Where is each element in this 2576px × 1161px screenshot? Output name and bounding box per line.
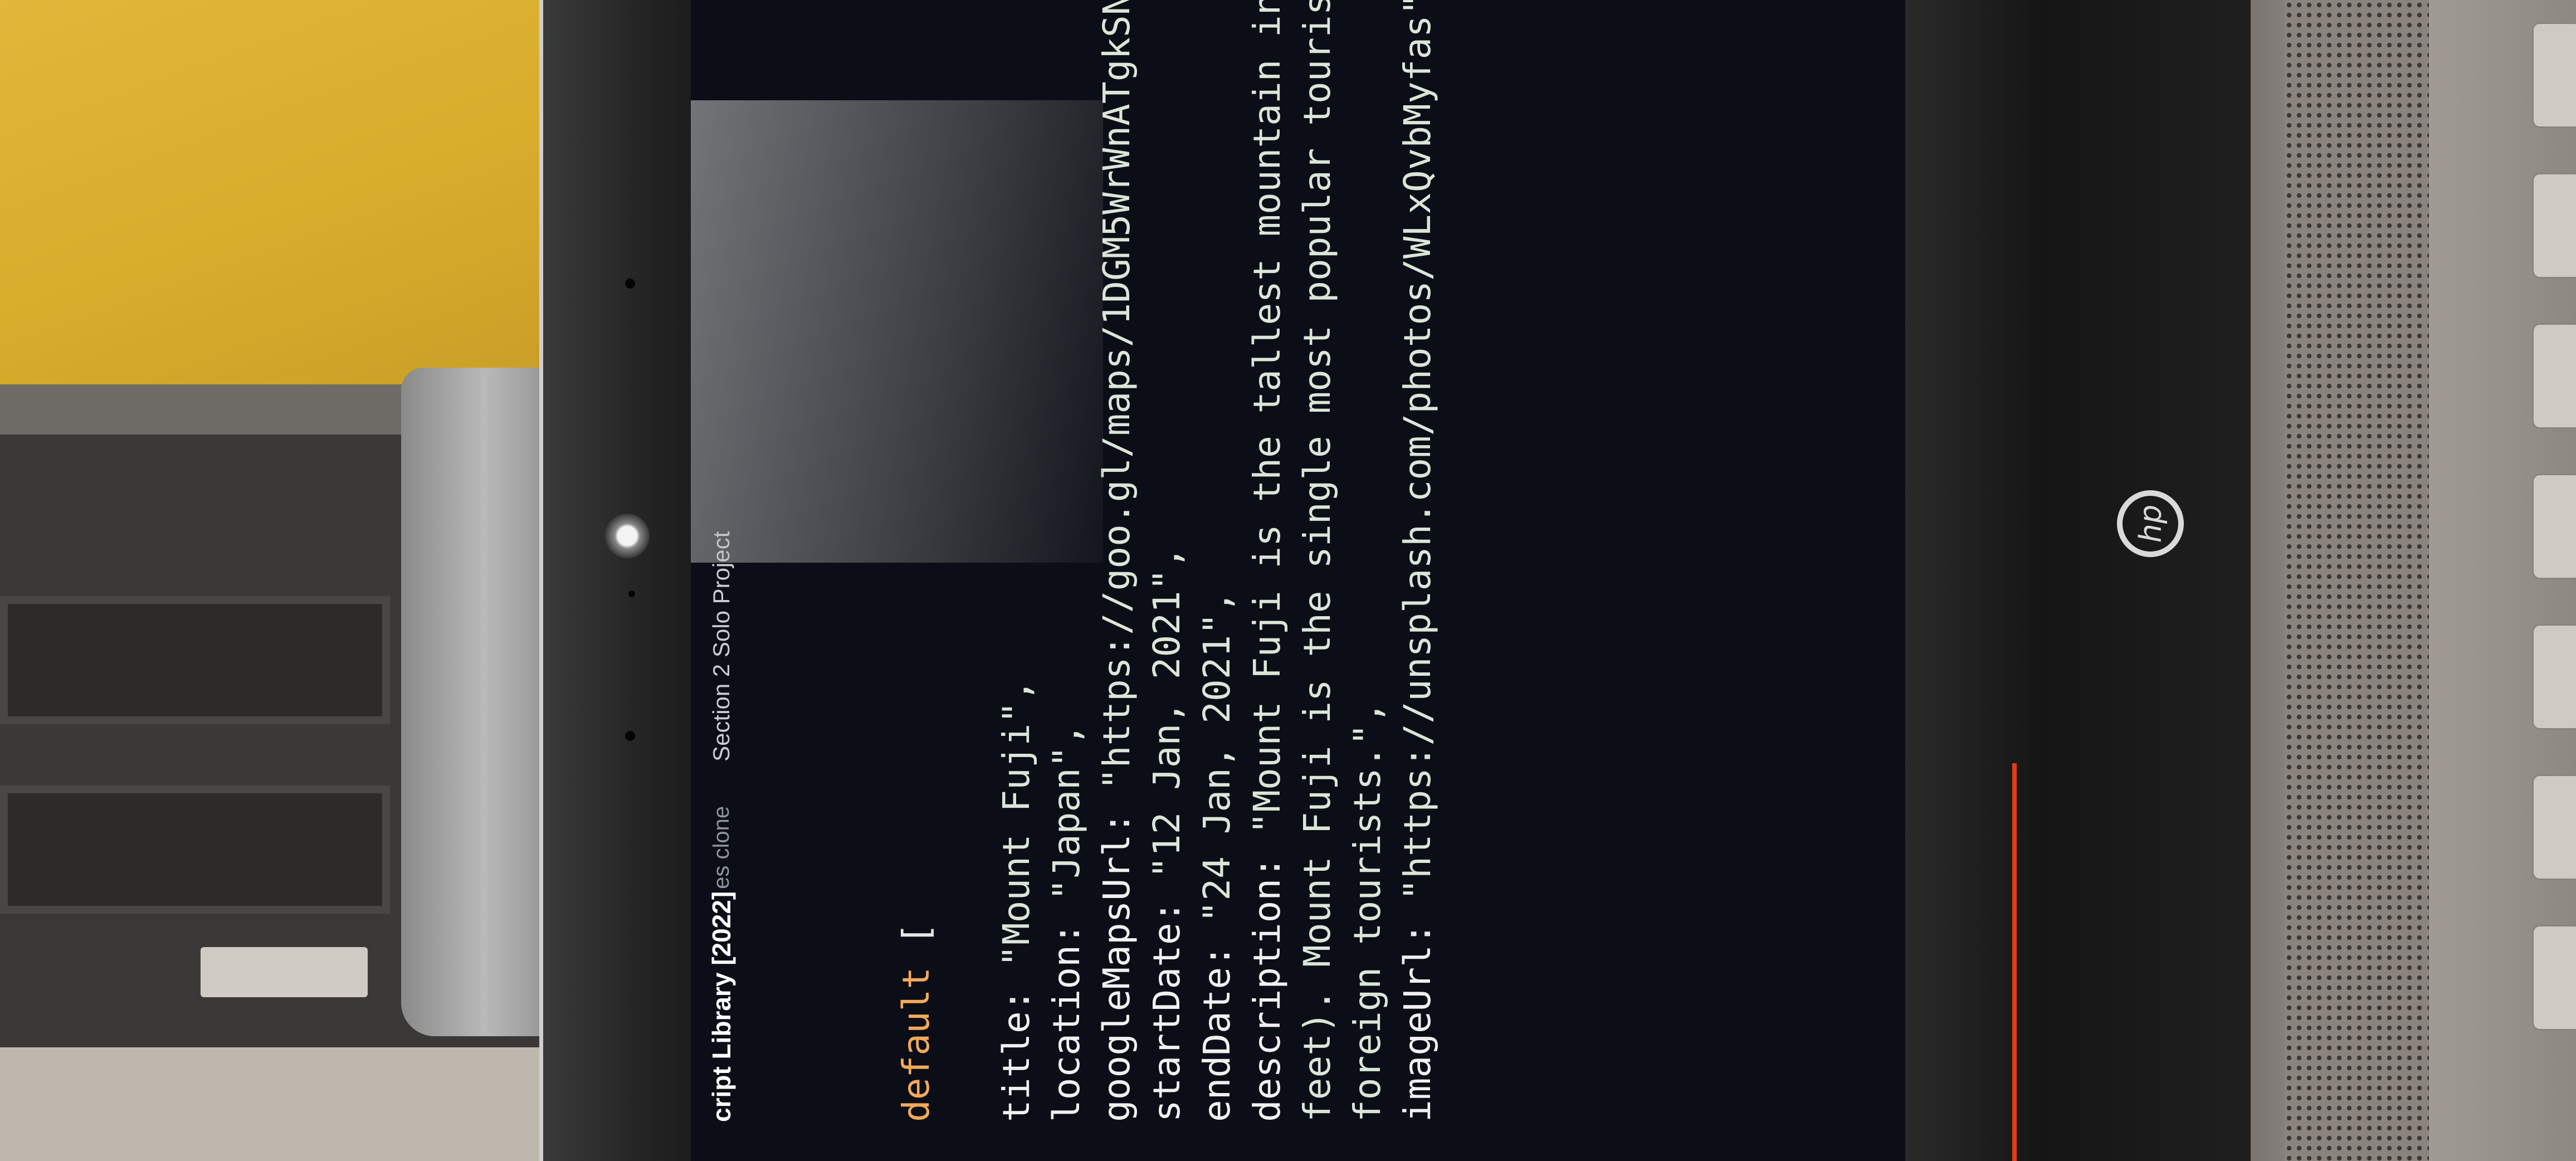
keyboard-key[interactable] (2532, 925, 2576, 1031)
cabinet-drawer (0, 786, 390, 914)
keyboard-key[interactable] (2532, 173, 2576, 279)
editor-tab-bar: cript Library [2022] es clone Section 2 … (691, 0, 752, 1161)
code-line: startDate: "12 Jan, 2021", (1145, 546, 1188, 1122)
code-line: endDate: "24 Jan, 2021", (1196, 591, 1238, 1122)
code-line: location: "Japan", (1045, 723, 1088, 1122)
speaker-grille (2284, 0, 2429, 1161)
floor (0, 1047, 546, 1161)
background-wall (0, 0, 546, 390)
chair (401, 368, 540, 1036)
webcam-icon (605, 514, 650, 558)
keyboard-key[interactable] (2532, 624, 2576, 730)
code-line: googleMapsUrl: "https://goo.gl/maps/1DGM… (1095, 0, 1138, 1122)
keyboard-key[interactable] (2532, 323, 2576, 429)
laptop-hinge (1905, 0, 2251, 1161)
drawer-handle (201, 947, 368, 997)
sensor-dot (625, 731, 635, 741)
tab-clone[interactable]: es clone (709, 806, 734, 889)
cabinet-drawer (0, 596, 390, 724)
code-open-bracket: [ (895, 923, 938, 945)
code-line: feet). Mount Fuji is the single most pop… (1296, 0, 1339, 1122)
status-light (2012, 763, 2017, 1161)
code-editor[interactable]: default [ title: "Mount Fuji", location:… (891, 0, 1443, 1122)
sensor-dot (628, 591, 635, 597)
code-keyword-default: default (895, 967, 938, 1122)
tab-project[interactable]: Section 2 Solo Project (708, 531, 735, 762)
code-line: description: "Mount Fuji is the tallest … (1246, 0, 1289, 1122)
code-line: imageUrl: "https://unsplash.com/photos/W… (1396, 0, 1439, 1122)
keyboard-key[interactable] (2532, 22, 2576, 128)
keyboard-key[interactable] (2532, 774, 2576, 880)
editor-window: cript Library [2022] es clone Section 2 … (691, 0, 1905, 1161)
code-line: title: "Mount Fuji", (995, 679, 1038, 1122)
hp-logo-icon: hp (2117, 490, 2184, 557)
keyboard-key[interactable] (2532, 474, 2576, 579)
code-line: foreign tourists.", (1346, 701, 1389, 1122)
tab-active[interactable]: cript Library [2022] (706, 891, 736, 1122)
sensor-dot (625, 279, 635, 289)
screen-bezel (543, 0, 694, 1161)
